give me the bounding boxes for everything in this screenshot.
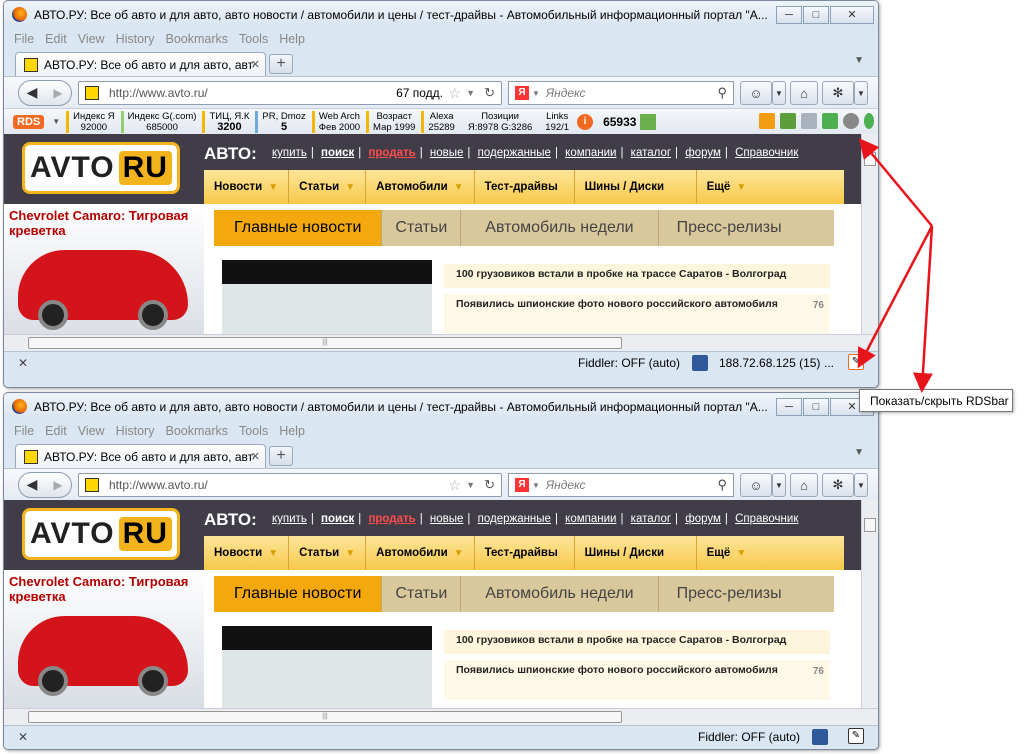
arrow-to-tooltip	[912, 225, 934, 393]
arrow-to-gear	[858, 138, 933, 227]
arrow-to-toggle-1	[857, 225, 934, 369]
annotation-arrows	[857, 138, 934, 393]
